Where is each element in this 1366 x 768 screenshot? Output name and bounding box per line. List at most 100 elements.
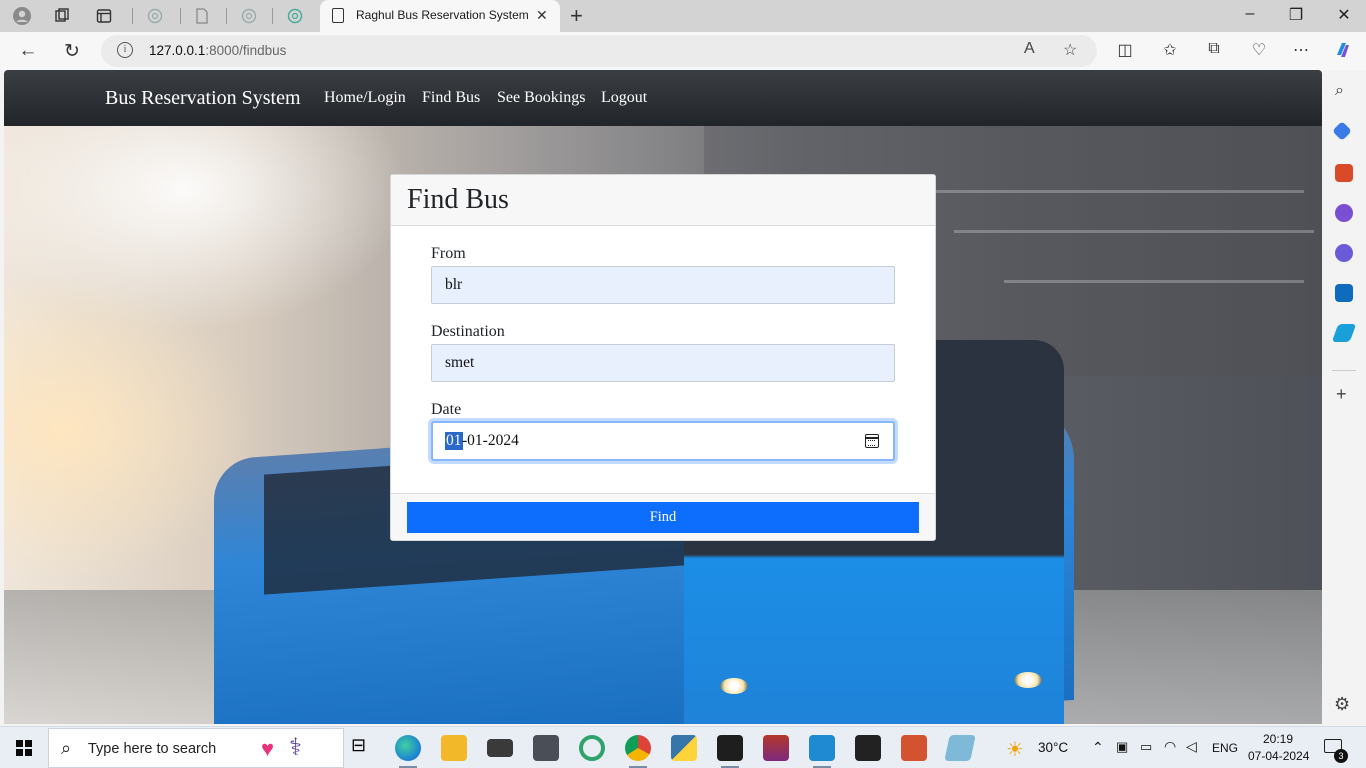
edge-icon[interactable] xyxy=(395,735,421,768)
close-window-button[interactable]: ✕ xyxy=(1334,5,1354,25)
url-path: :8000/findbus xyxy=(205,43,287,58)
taskbar-search-box[interactable]: ⌕ Type here to search ♥ ⚕ xyxy=(48,728,344,768)
mail-icon[interactable] xyxy=(487,739,513,757)
powerpoint-icon[interactable] xyxy=(901,735,927,761)
show-hidden-icons-icon[interactable]: ⌃ xyxy=(1092,739,1104,756)
document-tab-icon[interactable] xyxy=(192,6,212,26)
task-view-icon[interactable]: ⊟ xyxy=(347,735,373,761)
date-input[interactable]: 01 -01-2024 xyxy=(431,421,895,461)
winrar-icon[interactable] xyxy=(763,735,789,761)
read-aloud-icon[interactable]: A xyxy=(1024,40,1035,58)
tools-icon[interactable] xyxy=(1335,164,1353,182)
bus-headlight xyxy=(1014,672,1042,688)
microsoft-365-icon[interactable] xyxy=(1335,244,1353,262)
nav-link-find-bus[interactable]: Find Bus xyxy=(422,89,480,107)
page-icon xyxy=(332,8,344,23)
weather-icon[interactable]: ☀ xyxy=(1006,737,1024,762)
meet-now-icon[interactable]: ▣ xyxy=(1116,739,1128,755)
heart-icon: ♥ xyxy=(261,736,275,761)
tab-separator xyxy=(180,8,181,24)
card-footer: Find xyxy=(391,493,935,540)
search-icon: ⌕ xyxy=(61,738,72,758)
outlook-icon[interactable] xyxy=(1335,284,1353,302)
motion-streak xyxy=(1004,280,1304,283)
photos-icon[interactable] xyxy=(855,735,881,761)
stethoscope-icon: ⚕ xyxy=(289,734,302,761)
volume-icon[interactable]: ◁ xyxy=(1186,738,1197,755)
site-navbar: Bus Reservation System Home/Login Find B… xyxy=(4,70,1322,126)
profile-icon[interactable] xyxy=(12,6,32,26)
notification-count-badge: 3 xyxy=(1334,749,1348,763)
tab-separator xyxy=(272,8,273,24)
favorite-star-icon[interactable]: ☆ xyxy=(1063,40,1077,60)
browser-toolbar: ← ↻ i 127.0.0.1:8000/findbus A ☆ ◫ ✩ ⧉ ♡… xyxy=(0,32,1366,70)
minimize-button[interactable]: – xyxy=(1240,5,1260,23)
calendar-icon[interactable] xyxy=(865,434,879,448)
games-icon[interactable] xyxy=(1335,204,1353,222)
find-button[interactable]: Find xyxy=(407,502,919,533)
python-icon[interactable] xyxy=(671,735,697,761)
settings-more-icon[interactable]: ⋯ xyxy=(1290,40,1312,60)
clock-time[interactable]: 20:19 xyxy=(1263,732,1293,746)
chatgpt-tab-icon[interactable] xyxy=(239,6,259,26)
chrome-icon[interactable] xyxy=(625,735,651,768)
drop-icon[interactable] xyxy=(1331,324,1357,342)
browser-tab-strip: Raghul Bus Reservation System ✕ + – ❐ ✕ xyxy=(0,0,1366,32)
chatgpt-tab-icon[interactable] xyxy=(145,6,165,26)
tab-actions-icon[interactable] xyxy=(94,6,114,26)
command-prompt-icon[interactable] xyxy=(717,735,743,768)
battery-icon[interactable]: ▭ xyxy=(1140,739,1152,755)
collections-icon[interactable]: ⧉ xyxy=(1203,40,1225,58)
add-sidebar-app-icon[interactable]: + xyxy=(1336,384,1347,405)
page-viewport: Bus Reservation System Home/Login Find B… xyxy=(4,70,1322,724)
search-icon[interactable]: ⌕ xyxy=(1335,82,1353,100)
shopping-tag-icon[interactable] xyxy=(1332,121,1352,141)
windows-taskbar: ⌕ Type here to search ♥ ⚕ ⊟ ☀ 30°C ⌃ ▣ ▭… xyxy=(0,726,1366,768)
site-info-icon[interactable]: i xyxy=(117,42,133,58)
sidebar-divider xyxy=(1332,370,1356,371)
tab-separator xyxy=(132,8,133,24)
favorites-icon[interactable]: ✩ xyxy=(1159,40,1181,60)
back-button[interactable]: ← xyxy=(17,40,39,62)
nav-link-home-login[interactable]: Home/Login xyxy=(324,89,406,107)
sync-icon[interactable] xyxy=(579,735,605,761)
vscode-icon[interactable] xyxy=(809,735,835,768)
bus-headlight xyxy=(720,678,748,694)
chatgpt-tab-icon[interactable] xyxy=(285,6,305,26)
sidebar-settings-icon[interactable]: ⚙ xyxy=(1334,694,1350,715)
terminal-app-icon[interactable] xyxy=(533,735,559,761)
copilot-icon[interactable] xyxy=(1332,40,1354,65)
from-input[interactable]: blr xyxy=(431,266,895,304)
notes-app-icon[interactable] xyxy=(944,735,976,761)
nav-link-see-bookings[interactable]: See Bookings xyxy=(497,89,585,107)
language-indicator[interactable]: ENG xyxy=(1212,741,1238,755)
destination-value: smet xyxy=(445,354,475,371)
site-brand[interactable]: Bus Reservation System xyxy=(105,87,301,110)
new-tab-button[interactable]: + xyxy=(570,3,583,29)
find-bus-card: Find Bus From blr Destination smet Date … xyxy=(390,174,936,541)
clock-date[interactable]: 07-04-2024 xyxy=(1248,749,1309,763)
tab-separator xyxy=(226,8,227,24)
address-bar[interactable]: i 127.0.0.1:8000/findbus A ☆ xyxy=(101,35,1097,67)
url-host: 127.0.0.1 xyxy=(149,43,206,58)
close-tab-icon[interactable]: ✕ xyxy=(536,7,548,24)
restore-button[interactable]: ❐ xyxy=(1286,5,1306,25)
file-explorer-icon[interactable] xyxy=(441,735,467,761)
weather-temperature[interactable]: 30°C xyxy=(1038,740,1068,755)
workspaces-icon[interactable] xyxy=(52,6,72,26)
windows-start-icon[interactable] xyxy=(16,740,32,756)
split-screen-icon[interactable]: ◫ xyxy=(1114,40,1136,60)
card-header: Find Bus xyxy=(391,175,935,226)
date-month-year[interactable]: -01-2024 xyxy=(462,432,519,450)
destination-label: Destination xyxy=(431,323,505,340)
nav-link-logout[interactable]: Logout xyxy=(601,89,647,107)
destination-input[interactable]: smet xyxy=(431,344,895,382)
wifi-icon[interactable]: ◠ xyxy=(1164,738,1176,755)
browser-essentials-icon[interactable]: ♡ xyxy=(1248,40,1270,60)
date-day-segment[interactable]: 01 xyxy=(445,432,463,450)
search-placeholder: Type here to search xyxy=(88,741,217,757)
active-browser-tab[interactable]: Raghul Bus Reservation System ✕ xyxy=(320,0,560,32)
refresh-button[interactable]: ↻ xyxy=(61,40,83,63)
edge-sidebar: ⌕ + ⚙ xyxy=(1322,70,1366,724)
motion-streak xyxy=(904,190,1304,193)
